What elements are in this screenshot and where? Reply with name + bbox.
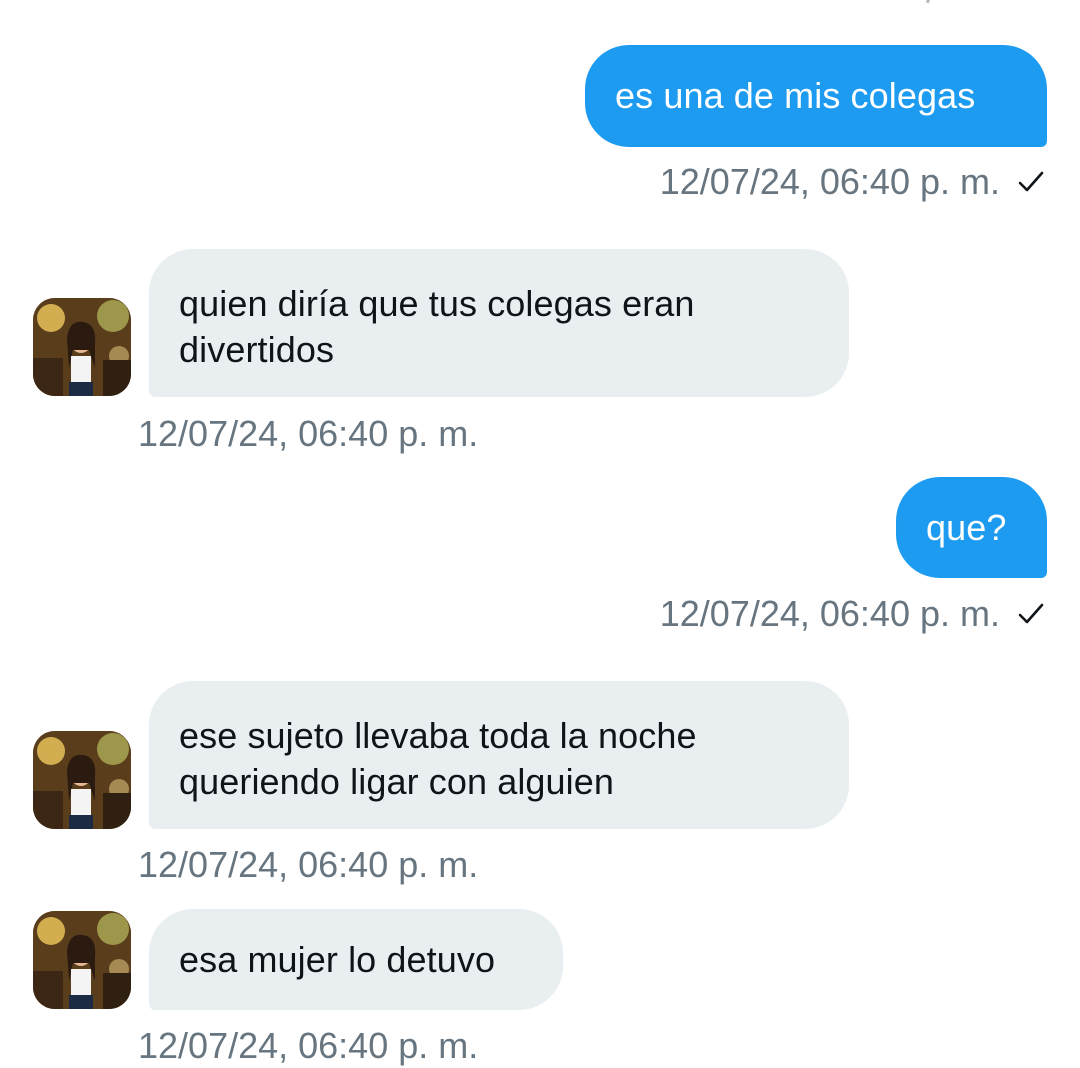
message-text: quien diría que tus colegas eran diverti…: [179, 283, 695, 370]
previous-message-fragment: [0, 0, 1080, 4]
message-bubble-received[interactable]: ese sujeto llevaba toda la noche querien…: [149, 681, 849, 829]
message-text: esa mujer lo detuvo: [179, 939, 496, 980]
avatar[interactable]: [33, 911, 131, 1009]
message-meta: 12/07/24, 06:40 p. m.: [660, 592, 1044, 636]
message-text: que?: [926, 507, 1007, 548]
check-icon: [1018, 603, 1044, 624]
message-bubble-received[interactable]: esa mujer lo detuvo: [149, 909, 563, 1010]
avatar[interactable]: [33, 298, 131, 396]
message-text: es una de mis colegas: [615, 75, 976, 116]
message-timestamp: 12/07/24, 06:40 p. m.: [659, 161, 1000, 202]
message-timestamp: 12/07/24, 06:40 p. m.: [138, 413, 479, 454]
message-bubble-sent[interactable]: que?: [896, 477, 1047, 578]
message-text: ese sujeto llevaba toda la noche querien…: [179, 715, 697, 802]
check-icon: [1018, 171, 1044, 192]
message-timestamp: 12/07/24, 06:40 p. m.: [659, 593, 1000, 634]
message-bubble-sent[interactable]: es una de mis colegas: [585, 45, 1047, 147]
message-bubble-received[interactable]: quien diría que tus colegas eran diverti…: [149, 249, 849, 397]
message-timestamp: 12/07/24, 06:40 p. m.: [138, 1025, 479, 1066]
message-meta: 12/07/24, 06:40 p. m.: [660, 160, 1044, 204]
check-icon: [920, 0, 931, 4]
message-timestamp: 12/07/24, 06:40 p. m.: [138, 844, 479, 885]
avatar[interactable]: [33, 731, 131, 829]
